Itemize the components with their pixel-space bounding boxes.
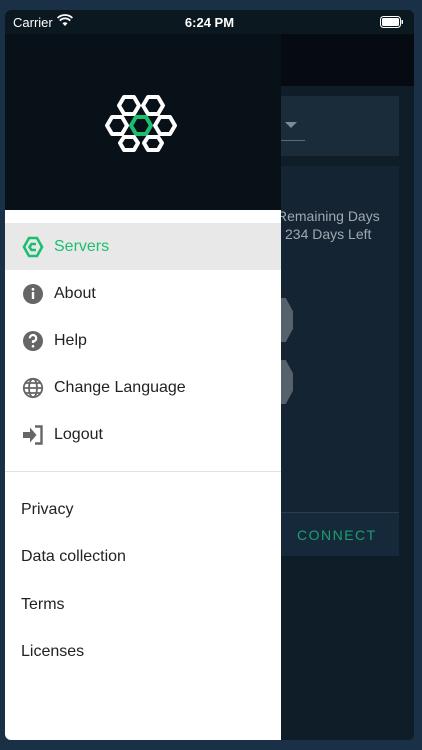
connect-label: CONNECT: [297, 527, 377, 543]
menu-item-change-language[interactable]: Change Language: [5, 364, 281, 411]
help-icon: [23, 331, 43, 351]
menu-label: Change Language: [54, 378, 186, 396]
drawer-header: [5, 10, 281, 210]
globe-icon: [22, 377, 44, 399]
drawer-links: Privacy Data collection Terms Licenses: [5, 486, 281, 676]
status-bar: Carrier 6:24 PM: [5, 10, 414, 34]
chevron-down-icon: [285, 122, 297, 128]
menu-item-about[interactable]: About: [5, 270, 281, 317]
menu-label: Servers: [54, 237, 110, 255]
link-licenses[interactable]: Licenses: [5, 629, 281, 677]
menu-label: About: [54, 284, 96, 302]
battery-icon: [380, 16, 403, 28]
menu-item-servers[interactable]: Servers: [5, 223, 281, 270]
days-left-value: 234 Days Left: [285, 226, 372, 242]
app-window: Carrier 6:24 PM Remaining Days 234 Days …: [5, 10, 414, 740]
link-terms[interactable]: Terms: [5, 581, 281, 629]
drawer-menu: Servers About Help Change Language Logou…: [5, 223, 281, 458]
remaining-days-label: Remaining Days: [277, 208, 380, 224]
app-logo-icon: [105, 95, 177, 152]
link-privacy[interactable]: Privacy: [5, 486, 281, 534]
status-time: 6:24 PM: [184, 15, 235, 30]
servers-hexagon-icon: [22, 236, 44, 258]
menu-label: Help: [54, 331, 87, 349]
divider: [5, 471, 281, 472]
link-data-collection[interactable]: Data collection: [5, 534, 281, 582]
logout-icon: [23, 425, 43, 445]
menu-item-logout[interactable]: Logout: [5, 411, 281, 458]
menu-label: Logout: [54, 425, 103, 443]
menu-item-help[interactable]: Help: [5, 317, 281, 364]
navigation-drawer: Servers About Help Change Language Logou…: [5, 10, 281, 740]
info-icon: [23, 284, 43, 304]
